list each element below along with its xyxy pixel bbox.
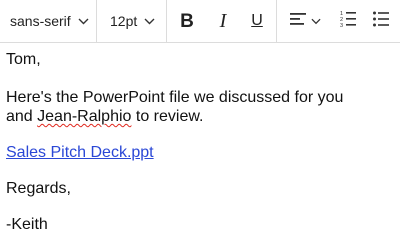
misspelled-word[interactable]: Jean-Ralphio — [37, 108, 131, 125]
attachment-link[interactable]: Sales Pitch Deck.ppt — [6, 144, 154, 161]
font-family-select[interactable]: sans-serif — [0, 0, 96, 42]
italic-button[interactable]: I — [208, 0, 238, 42]
text-align-select[interactable] — [282, 0, 328, 42]
align-left-icon — [289, 12, 307, 31]
message-body[interactable]: Tom, Here's the PowerPoint file we discu… — [6, 50, 394, 250]
numbered-list-button[interactable]: 1 2 3 — [333, 0, 363, 42]
bulleted-list-icon — [373, 11, 389, 32]
svg-text:3: 3 — [340, 23, 343, 28]
bulleted-list-button[interactable] — [366, 0, 396, 42]
body-line-2-suffix: to review. — [131, 108, 204, 125]
formatting-toolbar: sans-serif 12pt B I U 1 2 3 — [0, 0, 400, 43]
italic-icon: I — [219, 10, 227, 32]
bold-button[interactable]: B — [172, 0, 202, 42]
toolbar-divider — [276, 0, 277, 42]
body-line-2-prefix: and — [6, 108, 38, 125]
underline-icon: U — [251, 12, 263, 29]
toolbar-divider — [166, 0, 167, 42]
chevron-down-icon — [310, 18, 321, 25]
signature-line: -Keith — [6, 216, 48, 233]
font-size-value: 12pt — [110, 13, 138, 29]
chevron-down-icon — [144, 18, 155, 25]
attachment-paragraph: Sales Pitch Deck.ppt — [6, 143, 394, 162]
closing-line: Regards, — [6, 180, 71, 197]
chevron-down-icon — [78, 18, 89, 25]
greeting-line: Tom, — [6, 51, 41, 68]
body-paragraph: Here's the PowerPoint file we discussed … — [6, 88, 394, 126]
font-size-select[interactable]: 12pt — [97, 0, 167, 42]
font-family-value: sans-serif — [10, 13, 71, 29]
underline-button[interactable]: U — [242, 0, 272, 42]
body-line-1: Here's the PowerPoint file we discussed … — [6, 89, 344, 106]
numbered-list-icon: 1 2 3 — [340, 10, 356, 33]
email-editor: sans-serif 12pt B I U 1 2 3 Tom, Here's … — [0, 0, 400, 250]
bold-icon: B — [180, 10, 194, 32]
